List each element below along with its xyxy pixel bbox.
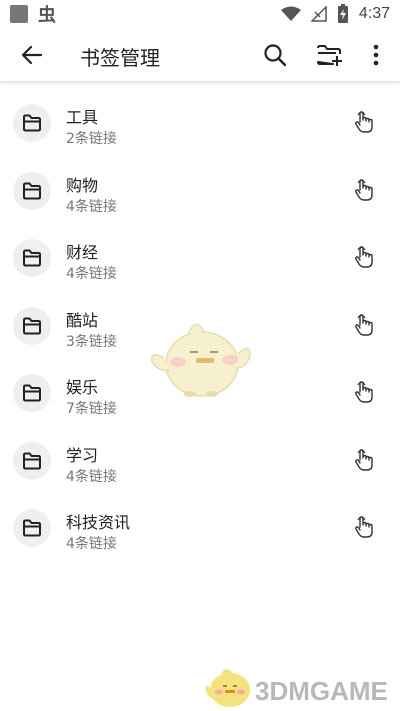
folder-name: 财经: [66, 243, 99, 262]
folder-link-count: 2条链接: [66, 131, 117, 147]
status-time: 4:37: [358, 5, 390, 22]
folder-add-icon: [317, 45, 342, 66]
more-vert-icon: [373, 44, 379, 66]
touch-drag-icon: [355, 516, 373, 538]
folder-name: 酷站: [66, 310, 99, 330]
drag-handle-button[interactable]: [348, 376, 380, 408]
bug-icon: 虫: [38, 5, 56, 26]
back-button[interactable]: [8, 31, 56, 79]
drag-handle-button[interactable]: [348, 174, 380, 206]
status-bar-left: 虫: [10, 1, 56, 27]
folder-row[interactable]: 学习 4条链接: [0, 428, 400, 496]
touch-drag-icon: [355, 381, 373, 403]
folder-icon: [23, 452, 41, 469]
folder-link-count: 4条链接: [66, 536, 117, 552]
folder-icon: [23, 317, 41, 334]
touch-drag-icon: [355, 246, 373, 268]
mascot-watermark-image: [151, 323, 251, 397]
folder-name: 购物: [66, 175, 99, 195]
folder-link-count: 4条链接: [66, 468, 117, 485]
3dmgame-watermark-text: 3DMGAME: [255, 676, 388, 706]
battery-charging-icon: [337, 4, 348, 23]
status-bar-right: 4:37: [280, 4, 390, 24]
status-bar: 虫 4:37: [0, 0, 400, 28]
chick-logo-watermark-image: [205, 669, 250, 707]
folder-link-count: 4条链接: [66, 266, 117, 282]
square-app-icon: [10, 5, 28, 23]
folder-icon-circle: [13, 509, 51, 547]
folder-name: 娱乐: [66, 378, 99, 397]
folder-row[interactable]: 工具 2条链接: [0, 90, 400, 158]
folder-row[interactable]: 购物 4条链接: [0, 158, 400, 226]
folder-icon-circle: [13, 171, 51, 210]
folder-icon-circle: [13, 239, 51, 277]
drag-handle-button[interactable]: [348, 106, 380, 138]
folder-icon: [23, 182, 41, 199]
drag-handle-button[interactable]: [348, 241, 380, 273]
page-title: 书签管理: [80, 46, 160, 70]
touch-drag-icon: [355, 178, 373, 201]
drag-handle-button[interactable]: [348, 511, 380, 543]
search-button[interactable]: [251, 31, 299, 79]
folder-row[interactable]: 财经 4条链接: [0, 225, 400, 293]
add-folder-button[interactable]: [305, 31, 353, 79]
folder-row[interactable]: 科技资讯 4条链接: [0, 495, 400, 563]
touch-drag-icon: [355, 313, 373, 336]
drag-handle-button[interactable]: [348, 444, 380, 476]
folder-name: 学习: [66, 445, 99, 465]
folder-icon-circle: [13, 306, 51, 345]
app-bar: 书签管理: [0, 28, 400, 82]
folder-icon: [23, 384, 41, 402]
folder-icon-circle: [13, 441, 51, 480]
back-arrow-icon: [21, 45, 43, 65]
folder-name: 工具: [66, 108, 99, 127]
folder-icon-circle: [13, 104, 51, 142]
touch-drag-icon: [355, 111, 373, 133]
more-options-button[interactable]: [352, 31, 400, 79]
folder-name: 科技资讯: [66, 513, 131, 532]
folder-link-count: 3条链接: [66, 333, 117, 350]
search-icon: [264, 44, 287, 67]
no-signal-icon: [310, 6, 327, 22]
folder-icon: [23, 114, 41, 132]
wifi-icon: [280, 6, 301, 21]
folder-icon: [23, 519, 41, 537]
folder-link-count: 4条链接: [66, 198, 117, 215]
folder-icon: [23, 249, 41, 267]
folder-icon-circle: [13, 374, 51, 412]
touch-drag-icon: [355, 448, 373, 471]
folder-link-count: 7条链接: [66, 401, 117, 417]
drag-handle-button[interactable]: [348, 309, 380, 341]
